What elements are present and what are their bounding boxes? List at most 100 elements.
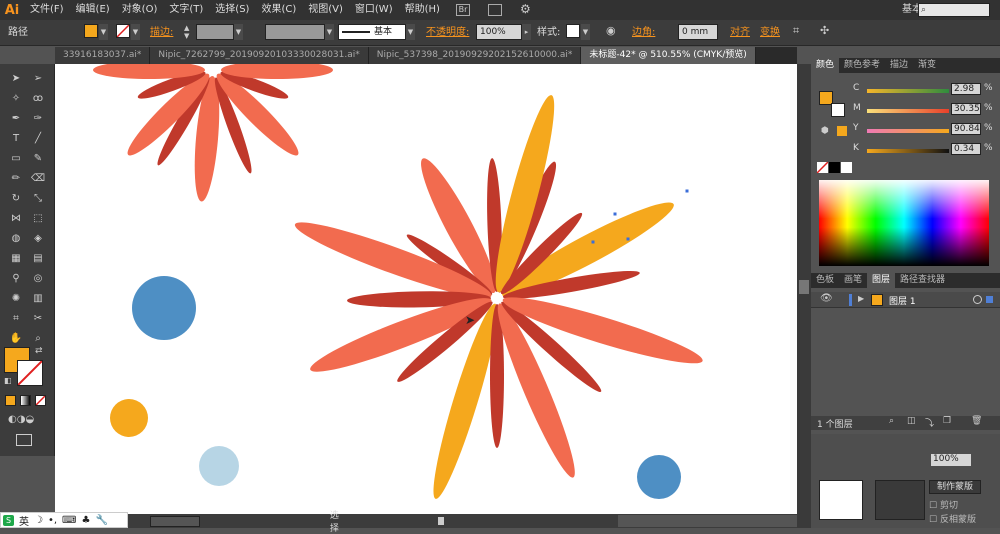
blue-circle[interactable]	[132, 276, 196, 340]
ime-language[interactable]: 英	[19, 513, 29, 528]
tab-color-guide[interactable]: 颜色参考	[839, 58, 885, 73]
stroke-color-box[interactable]	[17, 360, 43, 386]
paintbrush-tool-icon[interactable]: ✎	[30, 152, 46, 166]
menu-file[interactable]: 文件(F)	[24, 0, 70, 20]
bridge-icon[interactable]: Br	[456, 4, 470, 16]
appearance-opacity-field[interactable]: 100%	[931, 454, 971, 466]
screen-mode-icon[interactable]	[16, 434, 32, 446]
tab-stroke[interactable]: 描边	[885, 58, 913, 73]
free-transform-tool-icon[interactable]: ⬚	[30, 212, 46, 226]
new-sublayer-icon[interactable]: ⤵	[925, 416, 934, 429]
scale-tool-icon[interactable]: ⤡	[30, 192, 46, 206]
gpu-performance-icon[interactable]: ⚙	[520, 2, 531, 16]
anchor-point[interactable]	[626, 237, 630, 241]
align-link[interactable]: 对齐	[730, 24, 750, 42]
tab-document-3[interactable]: Nipic_537398_20190929202152610000.ai*	[368, 47, 582, 64]
black-value[interactable]: 0.34	[951, 143, 981, 155]
swap-colors-icon[interactable]: ⇄	[35, 346, 43, 356]
corner-field[interactable]: 0 mm	[678, 24, 718, 40]
column-graph-tool-icon[interactable]: ▥	[30, 292, 46, 306]
opacity-dropdown[interactable]: ▸	[522, 24, 531, 40]
vertical-scrollbar[interactable]	[797, 64, 811, 528]
web-color-swatch[interactable]	[837, 126, 847, 136]
menu-view[interactable]: 视图(V)	[302, 0, 349, 20]
color-stroke-proxy[interactable]	[831, 103, 845, 117]
new-layer-icon[interactable]: ❐	[943, 416, 951, 426]
style-swatch[interactable]	[566, 24, 580, 38]
magenta-value[interactable]: 30.35	[951, 103, 981, 115]
white-color-swatch[interactable]	[841, 162, 852, 173]
corner-label[interactable]: 边角:	[632, 24, 655, 42]
clipping-mask-icon[interactable]: ◫	[907, 416, 916, 426]
rectangle-tool-icon[interactable]: ▭	[8, 152, 24, 166]
status-play-icon[interactable]	[437, 517, 448, 525]
scroll-thumb[interactable]	[799, 280, 809, 294]
ime-logo-icon[interactable]: S	[3, 514, 14, 526]
stroke-weight-dropdown[interactable]: ▼	[234, 24, 243, 40]
yellow-slider[interactable]	[867, 129, 949, 133]
opacity-field[interactable]: 100%	[476, 24, 522, 40]
cyan-slider[interactable]	[867, 89, 949, 93]
target-circle-icon[interactable]	[973, 295, 982, 304]
recolor-icon[interactable]: ◉	[606, 24, 616, 37]
selection-indicator[interactable]	[986, 296, 993, 303]
yellow-circle[interactable]	[110, 399, 148, 437]
expand-arrow-icon[interactable]: ▶	[858, 294, 864, 303]
tab-pathfinder[interactable]: 路径查找器	[895, 273, 950, 288]
visibility-eye-icon[interactable]: 👁	[820, 293, 833, 304]
artboard-tool-icon[interactable]: ⌗	[8, 312, 24, 326]
ime-keyboard-icon[interactable]: ⌨	[62, 515, 76, 526]
hand-tool-icon[interactable]: ✋	[8, 332, 24, 346]
stroke-weight-stepper[interactable]: ▲ ▼	[184, 24, 192, 40]
cyan-value[interactable]: 2.98	[951, 83, 981, 95]
clip-checkbox[interactable]: ☐ 剪切	[929, 498, 958, 511]
stroke-weight-field[interactable]	[196, 24, 234, 40]
menu-window[interactable]: 窗口(W)	[349, 0, 399, 20]
delete-layer-icon[interactable]: 🗑	[971, 416, 982, 426]
ime-moon-icon[interactable]: ☽	[34, 515, 43, 526]
light-blue-circle[interactable]	[199, 446, 239, 486]
selection-tool-icon[interactable]: ➤	[8, 72, 24, 86]
invert-mask-checkbox[interactable]: ☐ 反相蒙版	[929, 512, 976, 525]
magic-wand-tool-icon[interactable]: ✧	[8, 92, 24, 106]
tab-document-1[interactable]: 33916183037.ai*	[55, 47, 151, 64]
lasso-tool-icon[interactable]: ꝏ	[30, 92, 46, 106]
pen-tool-icon[interactable]: ✒	[8, 112, 24, 126]
anchor-point[interactable]	[613, 212, 617, 216]
tab-document-active[interactable]: 未标题-42* @ 510.55% (CMYK/预览)	[581, 47, 756, 64]
yellow-value[interactable]: 90.84	[951, 123, 981, 135]
type-tool-icon[interactable]: T	[8, 132, 24, 146]
artboard-canvas[interactable]: ➤	[55, 64, 797, 514]
eraser-tool-icon[interactable]: ⌫	[30, 172, 46, 186]
blend-tool-icon[interactable]: ◎	[30, 272, 46, 286]
tab-brushes[interactable]: 画笔	[839, 273, 867, 288]
style-dropdown[interactable]: ▼	[581, 24, 590, 40]
make-mask-button[interactable]: 制作蒙版	[929, 480, 981, 494]
artwork[interactable]: ➤	[55, 64, 797, 514]
pencil-tool-icon[interactable]: ✏	[8, 172, 24, 186]
slice-tool-icon[interactable]: ✂	[30, 312, 46, 326]
fill-swatch[interactable]	[84, 24, 98, 38]
none-color-swatch[interactable]	[817, 162, 828, 173]
stroke-weight-label[interactable]: 描边:	[150, 24, 173, 42]
line-tool-icon[interactable]: ╱	[30, 132, 46, 146]
artboard-navigation[interactable]	[150, 515, 200, 527]
horizontal-scrollbar[interactable]	[617, 515, 797, 527]
menu-text[interactable]: 文字(T)	[163, 0, 209, 20]
menu-select[interactable]: 选择(S)	[209, 0, 255, 20]
menu-edit[interactable]: 编辑(E)	[70, 0, 116, 20]
ime-skin-icon[interactable]: ♣	[81, 515, 90, 526]
none-mode-button[interactable]	[35, 395, 46, 406]
curvature-tool-icon[interactable]: ✑	[30, 112, 46, 126]
arrange-documents-icon[interactable]	[488, 4, 502, 16]
locate-object-icon[interactable]: ⌕	[889, 416, 894, 426]
ime-punctuation-icon[interactable]: •,	[48, 515, 57, 526]
default-colors-icon[interactable]: ◧	[4, 376, 12, 385]
rotate-tool-icon[interactable]: ↻	[8, 192, 24, 206]
gradient-mode-button[interactable]	[20, 395, 31, 406]
layer-name[interactable]: 图层 1	[889, 294, 916, 307]
brush-dropdown[interactable]: ▼	[406, 24, 415, 40]
transform-link[interactable]: 变换	[760, 24, 780, 42]
tab-layers[interactable]: 图层	[867, 273, 896, 288]
opacity-label[interactable]: 不透明度:	[426, 24, 469, 42]
